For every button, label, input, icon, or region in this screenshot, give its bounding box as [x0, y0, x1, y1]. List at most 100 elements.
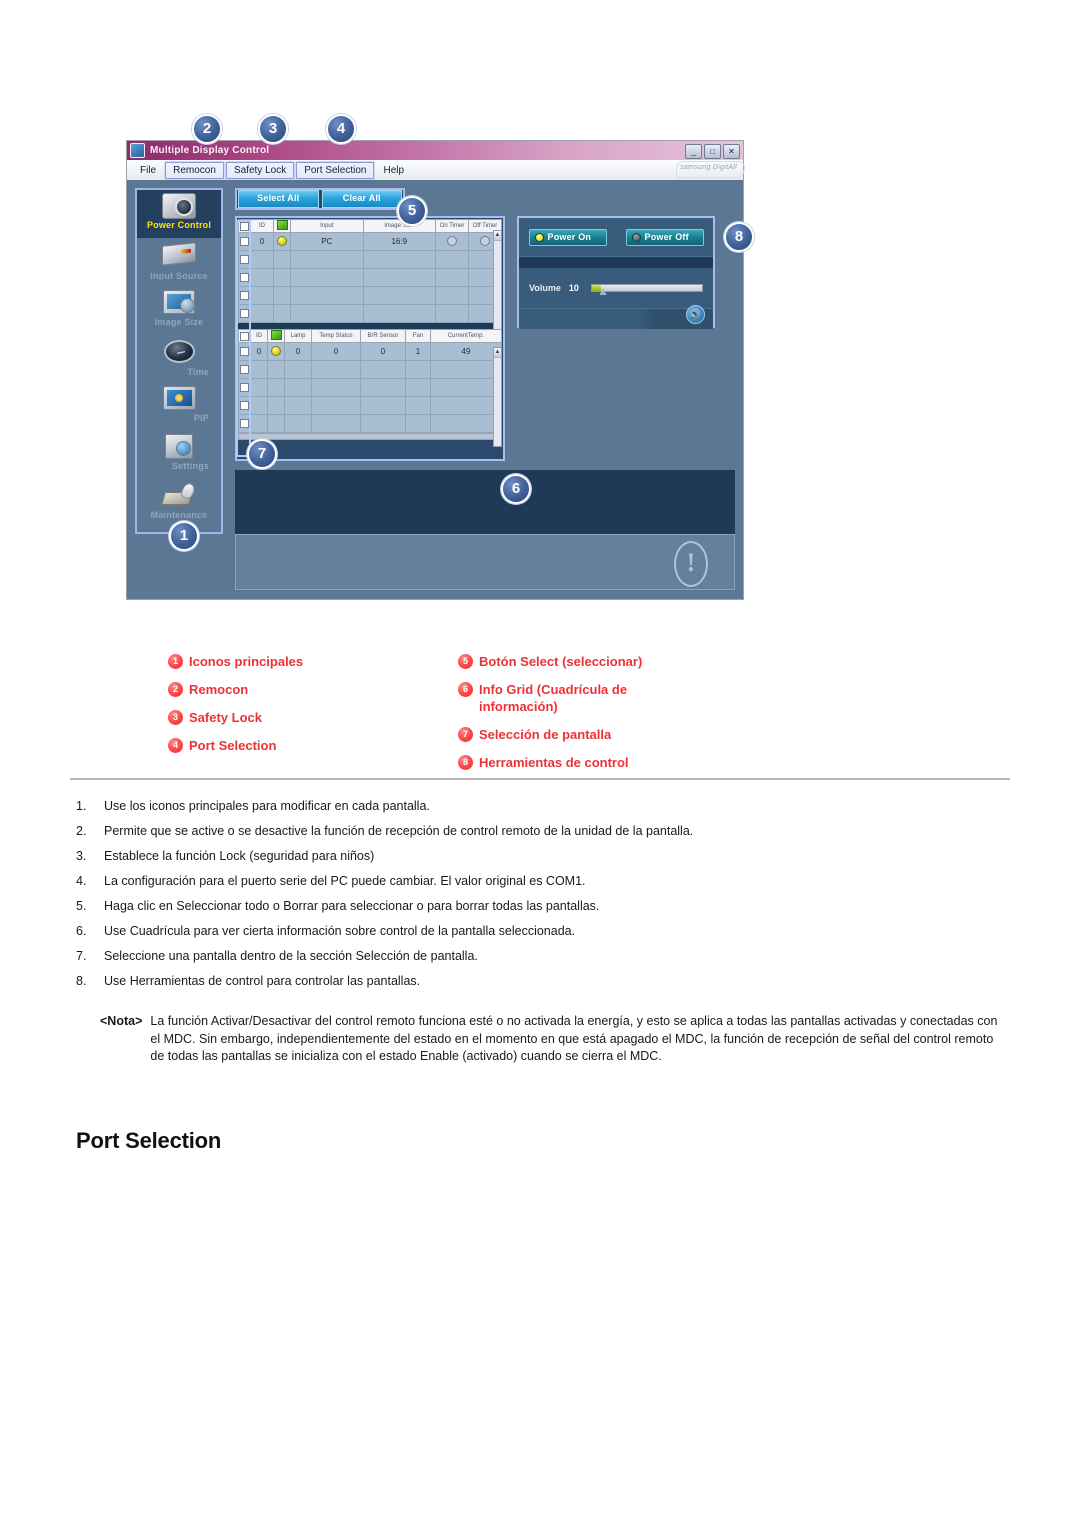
- row-checkbox[interactable]: [238, 378, 251, 397]
- list-item: 5. Haga clic en Seleccionar todo o Borra…: [76, 898, 1016, 914]
- mute-zone: 🔊: [519, 305, 713, 329]
- close-button[interactable]: ✕: [723, 144, 740, 159]
- application-body: Power Control Input Source Image Size Ti…: [127, 180, 743, 599]
- cell-current-temp: [430, 396, 502, 415]
- row-checkbox[interactable]: [238, 360, 251, 379]
- callout-3: 3: [258, 114, 288, 144]
- window-title: Multiple Display Control: [150, 145, 270, 156]
- cell-lamp: [284, 414, 312, 433]
- page-title: Port Selection: [76, 1128, 222, 1153]
- row-checkbox[interactable]: [238, 250, 251, 269]
- row-checkbox[interactable]: [238, 342, 251, 361]
- cell-id: [250, 360, 268, 379]
- volume-row: Volume 10: [519, 268, 713, 308]
- note-body: La función Activar/Desactivar del contro…: [150, 1014, 998, 1063]
- legend-item-6: 6 Info Grid (Cuadrícula de información): [458, 681, 818, 715]
- cell-power-led: [267, 396, 285, 415]
- power-off-button[interactable]: Power Off: [625, 228, 704, 246]
- cell-id: [250, 268, 274, 287]
- cell-temp-status: [311, 378, 361, 397]
- numbered-instructions: 1. Use los iconos principales para modif…: [76, 798, 1016, 998]
- power-off-led-icon: [631, 232, 641, 242]
- cell-current-temp: [430, 360, 502, 379]
- row-checkbox[interactable]: [238, 304, 251, 323]
- maximize-icon: □: [710, 146, 715, 156]
- menu-item-help[interactable]: Help: [376, 163, 411, 178]
- legend-item-1: 1 Iconos principales: [168, 653, 458, 670]
- col-id-header-2: ID: [250, 329, 268, 343]
- table-row[interactable]: [238, 360, 502, 379]
- menu-item-safety-lock[interactable]: Safety Lock: [225, 161, 295, 179]
- sidebar-item-power-control[interactable]: Power Control: [137, 190, 221, 238]
- table-row[interactable]: [238, 378, 502, 397]
- scroll-up-icon-2[interactable]: ▲: [494, 348, 501, 358]
- menu-item-remocon[interactable]: Remocon: [165, 161, 224, 179]
- step-number-5: 5.: [76, 899, 87, 913]
- col-select-all-header-2[interactable]: [238, 329, 251, 343]
- col-select-all-header[interactable]: [238, 219, 251, 233]
- legend-num-7: 7: [458, 727, 473, 742]
- power-info-grid: ID Input Image Size On Timer Off Timer 0…: [238, 219, 502, 323]
- table-row[interactable]: [238, 268, 502, 287]
- legend-item-7: 7 Selección de pantalla: [458, 726, 818, 743]
- clear-all-button[interactable]: Clear All: [321, 190, 402, 208]
- sidebar-item-time[interactable]: Time: [137, 334, 221, 382]
- menu-item-port-selection[interactable]: Port Selection: [296, 161, 375, 179]
- volume-slider[interactable]: [590, 284, 703, 295]
- sidebar-item-maintenance[interactable]: Maintenance: [137, 478, 221, 526]
- cell-power-led: [273, 268, 291, 287]
- col-temp-status-header: Temp Status: [311, 329, 361, 343]
- row-checkbox[interactable]: [238, 286, 251, 305]
- cell-br-sensor: [360, 378, 406, 397]
- speaker-icon[interactable]: 🔊: [686, 305, 705, 324]
- table-row[interactable]: 0 PC 16:9: [238, 232, 502, 251]
- sidebar-item-settings[interactable]: Settings: [137, 430, 221, 478]
- table-row[interactable]: [238, 250, 502, 269]
- table-row[interactable]: [238, 414, 502, 433]
- legend-item-3: 3 Safety Lock: [168, 709, 458, 726]
- select-all-button[interactable]: Select All: [238, 190, 319, 208]
- legend-num-8: 8: [458, 755, 473, 770]
- power-on-button[interactable]: Power On: [528, 228, 607, 246]
- power-on-led-icon: [534, 232, 544, 242]
- sidebar-label-time: Time: [187, 367, 209, 377]
- cell-id: [250, 414, 268, 433]
- table-row[interactable]: [238, 304, 502, 323]
- row-checkbox[interactable]: [238, 268, 251, 287]
- callout-8: 8: [724, 222, 754, 252]
- sidebar-item-input-source[interactable]: Input Source: [137, 238, 221, 286]
- row-checkbox[interactable]: [238, 232, 251, 251]
- callout-1: 1: [169, 521, 199, 551]
- row-checkbox[interactable]: [238, 414, 251, 433]
- menu-item-file[interactable]: File: [133, 163, 163, 178]
- maximize-button[interactable]: □: [704, 144, 721, 159]
- cell-fan: [405, 378, 431, 397]
- col-br-sensor-header: B/R Sensor: [360, 329, 406, 343]
- minimize-button[interactable]: _: [685, 144, 702, 159]
- cell-power-led: [273, 304, 291, 323]
- row-checkbox[interactable]: [238, 396, 251, 415]
- cell-current-temp: [430, 378, 502, 397]
- step-number-8: 8.: [76, 974, 87, 988]
- cell-lamp: [284, 378, 312, 397]
- callout-7: 7: [247, 439, 277, 469]
- grid-top-scrollbar[interactable]: ▲: [493, 230, 502, 330]
- table-row[interactable]: 0 0 0 0 1 49: [238, 342, 502, 361]
- col-id-header: ID: [250, 219, 274, 233]
- cell-power-led: [273, 250, 291, 269]
- sidebar-item-image-size[interactable]: Image Size: [137, 286, 221, 334]
- sidebar-item-pip[interactable]: PIP: [137, 382, 221, 430]
- grid-bottom-scrollbar[interactable]: ▲: [493, 347, 502, 447]
- legend-item-8: 8 Herramientas de control: [458, 754, 818, 771]
- table-row[interactable]: [238, 286, 502, 305]
- device-box-icon: [162, 242, 196, 270]
- sidebar-label-pip: PIP: [193, 413, 209, 423]
- cell-lamp: [284, 360, 312, 379]
- cell-power-led: [273, 286, 291, 305]
- table-row[interactable]: [238, 396, 502, 415]
- legend-text-5: Botón Select (seleccionar): [479, 654, 643, 669]
- cell-image-size: [362, 286, 436, 305]
- cell-on-timer: [435, 286, 469, 305]
- scroll-up-icon[interactable]: ▲: [494, 231, 501, 241]
- power-on-label: Power On: [547, 232, 592, 242]
